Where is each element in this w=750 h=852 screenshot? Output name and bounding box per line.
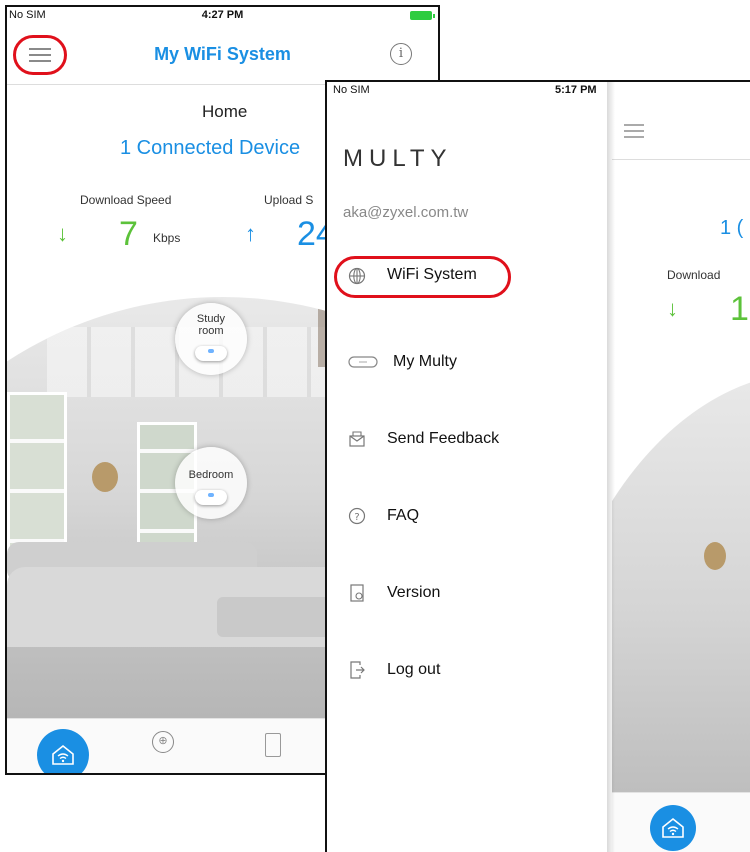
router-icon [195,346,227,361]
home-wifi-icon [662,817,684,838]
node-study-room[interactable]: Study room [175,303,247,375]
location-label: Home [202,102,248,121]
carrier-label: No SIM [9,9,46,21]
tab-home[interactable] [650,805,696,851]
menu-item-faq[interactable]: ? FAQ [327,477,612,554]
account-email: aka@zyxel.com.tw [343,204,469,221]
download-speed-unit: Kbps [153,231,181,245]
battery-icon [410,11,435,20]
menu-item-wifi-system[interactable]: WiFi System [327,246,612,323]
upload-arrow-icon: ↑ [245,221,256,246]
logout-icon [347,660,367,680]
status-time: 4:27 PM [201,9,244,21]
menu-item-send-feedback[interactable]: Send Feedback [327,400,612,477]
download-speed-value: 7 [119,215,138,253]
status-bar: No SIM 4:27 PM [7,7,438,25]
menu-item-label: Send Feedback [387,429,500,447]
version-icon [347,583,367,603]
nav-bar: My WiFi System i [7,25,438,85]
download-speed-value: 1 [730,290,749,328]
download-speed-label: Download [667,268,721,282]
menu-item-log-out[interactable]: Log out [327,631,612,708]
upload-speed-label: Upload S [264,193,314,207]
question-icon: ? [347,506,367,526]
download-speed-label: Download Speed [80,193,172,207]
connected-devices-link[interactable]: 1 Connected Device [120,137,300,160]
tab-devices[interactable] [265,733,281,757]
menu-item-label: My Multy [393,352,457,370]
hamburger-icon [624,124,644,138]
menu-item-label: Version [387,583,441,601]
room-illustration [612,372,750,802]
nav-bar [612,100,750,160]
status-time: 5:17 PM [555,84,597,96]
carrier-label: No SIM [333,84,370,96]
node-bedroom[interactable]: Bedroom [175,447,247,519]
tab-internet[interactable]: ⊕ [152,731,174,753]
node-label: Bedroom [188,469,234,481]
tab-bar [612,792,750,852]
node-label: Study room [196,313,226,337]
menu-item-label: FAQ [387,506,420,524]
menu-item-label: Log out [387,660,441,678]
wall-clock [92,462,118,492]
tab-home[interactable] [37,729,89,773]
background-app-screen[interactable]: 1 ( Download ↓ 1 [612,82,750,852]
download-arrow-icon: ↓ [667,296,678,321]
connected-devices-link: 1 ( [720,217,744,239]
home-wifi-icon [52,744,74,765]
right-phone-screen: No SIM 5:17 PM MULTY aka@zyxel.com.tw Wi… [325,80,750,852]
info-icon[interactable]: i [390,43,412,65]
svg-text:?: ? [354,512,359,523]
multy-device-icon [347,352,379,372]
menu-item-version[interactable]: Version [327,554,612,631]
menu-item-my-multy[interactable]: My Multy [327,323,612,400]
brand-logo: MULTY [343,145,453,172]
feedback-icon [347,429,367,449]
highlight-outline [334,256,511,298]
drawer-shadow [607,82,615,852]
wall-clock [704,542,726,570]
globe-plus-icon: ⊕ [158,735,168,747]
download-arrow-icon: ↓ [57,221,68,246]
page-title: My WiFi System [154,44,291,64]
router-icon [195,490,227,505]
drawer-menu: WiFi System My Multy Send Feedback ? FAQ… [327,246,612,708]
